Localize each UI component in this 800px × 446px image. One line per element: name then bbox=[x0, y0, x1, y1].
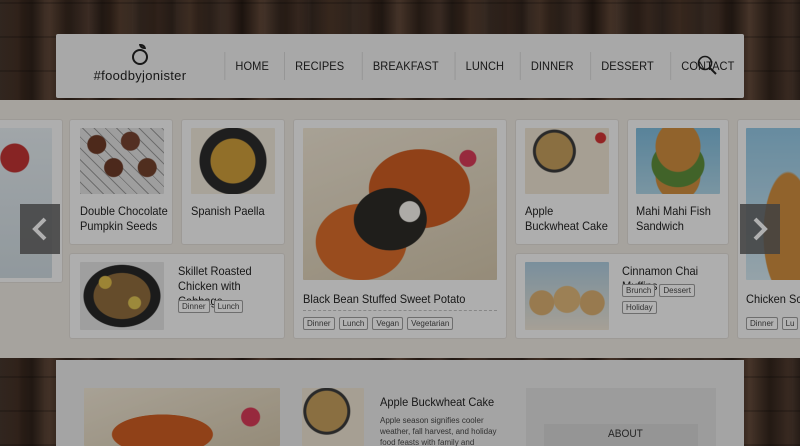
recipe-title[interactable]: Spanish Paella bbox=[191, 204, 274, 219]
post-excerpt: Apple season signifies cooler weather, f… bbox=[380, 416, 497, 446]
recipe-tags: Dinner Lunch Vegan Vegetarian bbox=[303, 317, 454, 330]
recipe-tags: Dinner Lu bbox=[746, 317, 799, 330]
main-nav: HOME RECIPES BREAKFAST LUNCH DINNER DESS… bbox=[222, 52, 748, 80]
recipe-card[interactable]: Skillet Roasted Chicken with Cabbage Din… bbox=[70, 254, 284, 338]
content-section: Apple Buckwheat Cake Apple season signif… bbox=[56, 360, 744, 446]
tag[interactable]: Vegan bbox=[372, 317, 404, 330]
nav-breakfast[interactable]: BREAKFAST bbox=[361, 52, 449, 80]
recipe-title[interactable]: Mahi Mahi Fish Sandwich bbox=[636, 204, 719, 234]
recipe-image bbox=[80, 128, 164, 194]
post-title[interactable]: Apple Buckwheat Cake bbox=[380, 395, 494, 409]
tag[interactable]: Dinner bbox=[746, 317, 778, 330]
tag[interactable]: Lunch bbox=[338, 317, 369, 330]
tag[interactable]: Lu bbox=[781, 317, 799, 330]
nav-dessert[interactable]: DESSERT bbox=[590, 52, 664, 80]
recipe-title[interactable]: Double Chocolate Pumpkin Seeds bbox=[80, 204, 168, 234]
tag[interactable]: Lunch bbox=[213, 300, 244, 313]
post-image[interactable] bbox=[302, 388, 364, 446]
nav-dinner[interactable]: DINNER bbox=[520, 52, 584, 80]
about-widget: ABOUT bbox=[526, 388, 716, 446]
recipe-image bbox=[303, 128, 497, 280]
recipe-slider: Double Chocolate Pumpkin Seeds Spanish P… bbox=[0, 100, 800, 358]
recipe-card[interactable]: Spanish Paella bbox=[182, 120, 284, 244]
nav-lunch[interactable]: LUNCH bbox=[454, 52, 515, 80]
about-label: ABOUT bbox=[608, 428, 643, 440]
site-header: #foodbyjonister HOME RECIPES BREAKFAST L… bbox=[56, 34, 744, 98]
recipe-card[interactable]: Double Chocolate Pumpkin Seeds bbox=[70, 120, 172, 244]
recipe-card-large[interactable]: Black Bean Stuffed Sweet Potato Dinner L… bbox=[294, 120, 506, 338]
recipe-card[interactable]: Mahi Mahi Fish Sandwich bbox=[628, 120, 728, 244]
tag[interactable]: Dessert bbox=[659, 284, 695, 297]
divider bbox=[303, 310, 497, 311]
recipe-card[interactable]: Apple Buckwheat Cake bbox=[516, 120, 618, 244]
apple-icon bbox=[130, 44, 150, 66]
recipe-card[interactable]: Cinnamon Chai Muffins Brunch Dessert Hol… bbox=[516, 254, 728, 338]
recipe-card-partial[interactable] bbox=[0, 120, 62, 282]
post-image[interactable] bbox=[84, 388, 280, 446]
tag[interactable]: Dinner bbox=[303, 317, 335, 330]
nav-home[interactable]: HOME bbox=[224, 52, 279, 80]
recipe-tags: Dinner Lunch bbox=[178, 300, 244, 313]
tag[interactable]: Brunch bbox=[622, 284, 656, 297]
recipe-image bbox=[0, 128, 52, 278]
recipe-title[interactable]: Chicken Schn bbox=[746, 292, 800, 307]
site-logo[interactable]: #foodbyjonister bbox=[90, 44, 190, 83]
recipe-image bbox=[525, 128, 609, 194]
recipe-image bbox=[191, 128, 275, 194]
nav-recipes[interactable]: RECIPES bbox=[284, 52, 354, 80]
recipe-image bbox=[636, 128, 720, 194]
recipe-image bbox=[80, 262, 164, 330]
chevron-right-icon bbox=[753, 217, 768, 241]
slider-prev-button[interactable] bbox=[20, 204, 60, 254]
recipe-image bbox=[525, 262, 609, 330]
chevron-left-icon bbox=[32, 217, 47, 241]
tag[interactable]: Dinner bbox=[178, 300, 210, 313]
logo-text: #foodbyjonister bbox=[93, 68, 187, 83]
slider-next-button[interactable] bbox=[740, 204, 780, 254]
recipe-title[interactable]: Apple Buckwheat Cake bbox=[525, 204, 610, 234]
tag[interactable]: Holiday bbox=[622, 301, 657, 314]
search-icon[interactable] bbox=[696, 54, 718, 76]
recipe-tags: Brunch Dessert Holiday bbox=[622, 284, 722, 314]
tag[interactable]: Vegetarian bbox=[407, 317, 454, 330]
recipe-title[interactable]: Black Bean Stuffed Sweet Potato bbox=[303, 292, 487, 307]
